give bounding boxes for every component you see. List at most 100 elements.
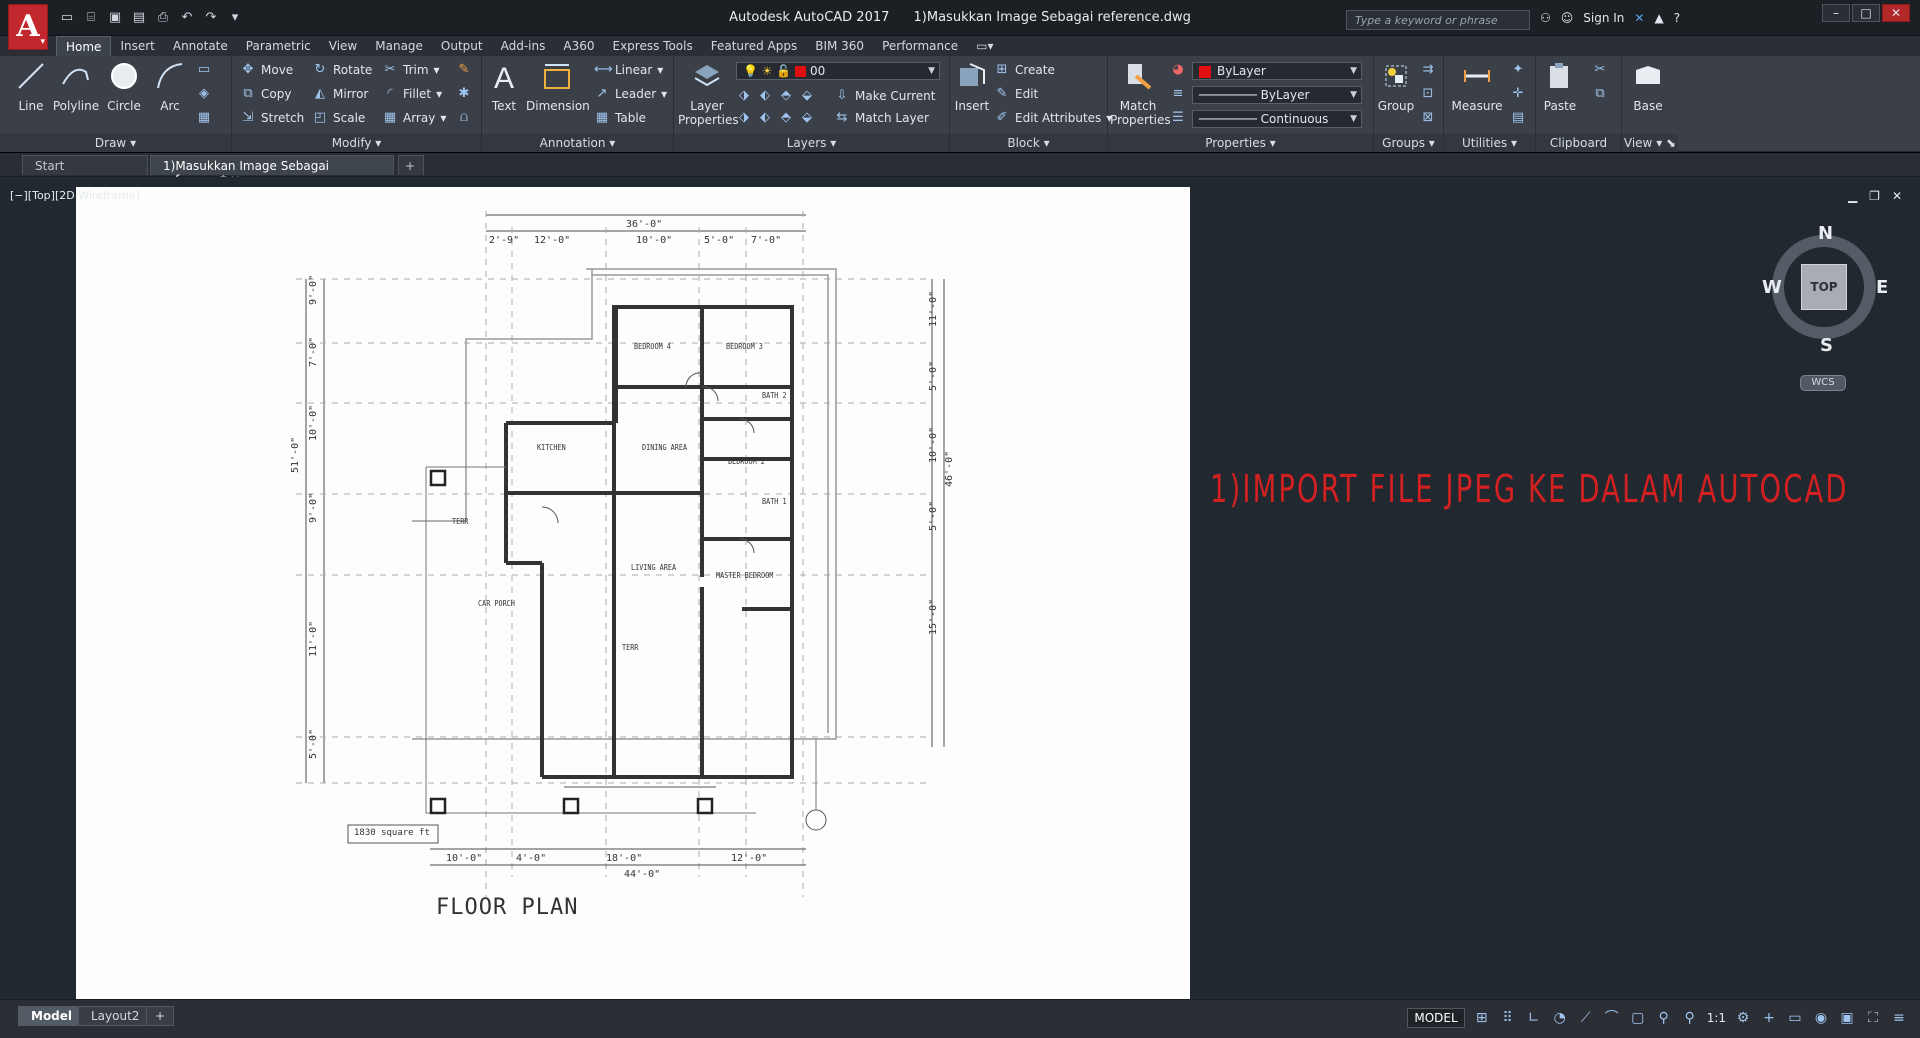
explode-icon[interactable]: ✱ [456,86,472,102]
point-icon[interactable]: ✛ [1510,86,1526,102]
exchange-icon[interactable]: ✕ [1634,11,1644,25]
arc-tool[interactable]: Arc [150,60,190,113]
new-file-icon[interactable]: ▭ [58,10,76,26]
ribbon-tab-featured-apps[interactable]: Featured Apps [702,36,806,56]
ribbon-tab-parametric[interactable]: Parametric [237,36,320,56]
start-tab[interactable]: Start [22,155,148,175]
ortho-icon[interactable]: ∟ [1525,1009,1543,1027]
ribbon-tab-bim-360[interactable]: BIM 360 [806,36,873,56]
ribbon-tab-insert[interactable]: Insert [111,36,163,56]
line-tool[interactable]: Line [10,60,52,113]
workspace-gear-icon[interactable]: ⚙ [1734,1009,1752,1027]
ribbon-tab-annotate[interactable]: Annotate [164,36,237,56]
search-input[interactable]: Type a keyword or phrase [1346,10,1530,30]
user-icon[interactable]: ☺ [1561,11,1574,25]
measure-button[interactable]: Measure [1448,60,1506,113]
add-layout-button[interactable]: + [146,1006,175,1026]
ungroup-icon[interactable]: ⇉ [1420,62,1436,78]
move-button[interactable]: ✥ Move [240,62,294,78]
draw-panel-label[interactable]: Draw ▾ [0,134,231,152]
properties-panel-label[interactable]: Properties ▾ [1108,134,1373,152]
cut-icon[interactable]: ✂ [1592,62,1608,78]
hardware-acceleration-icon[interactable]: ▣ [1838,1009,1856,1027]
insert-block-button[interactable]: Insert [952,60,992,113]
open-file-icon[interactable]: ⌸ [82,10,100,26]
ribbon-tab-manage[interactable]: Manage [366,36,432,56]
rectangle-icon[interactable]: ▭ [196,62,212,78]
help-icon[interactable]: ? [1674,11,1680,25]
layer-tools-row2[interactable]: ⬗ ⬖ ⬘ ⬙ [736,110,815,126]
annotation-visibility-icon[interactable]: ⚲ [1655,1009,1673,1027]
save-as-icon[interactable]: ▤ [130,10,148,26]
annotation-monitor-icon[interactable]: + [1760,1009,1778,1027]
create-block-button[interactable]: ⊞ Create [994,62,1055,78]
offset-icon[interactable]: ⩍ [456,110,472,126]
grid-icon[interactable]: ⊞ [1473,1009,1491,1027]
new-tab-button[interactable]: + [398,155,424,175]
linetype-dropdown[interactable]: ──────── Continuous ▼ [1192,110,1362,128]
viewcube-top-face[interactable]: TOP [1801,264,1847,310]
utilities-panel-label[interactable]: Utilities ▾ [1444,134,1535,152]
compass-north[interactable]: N [1818,223,1833,244]
plot-icon[interactable]: ⎙ [154,10,172,26]
ribbon-tab-performance[interactable]: Performance [873,36,967,56]
text-tool[interactable]: A Text [488,60,520,113]
snap-icon[interactable]: ⠿ [1499,1009,1517,1027]
model-tab[interactable]: Model [18,1006,86,1026]
viewport-close-icon[interactable]: ✕ [1892,189,1902,203]
a360-icon[interactable]: ▲ [1654,11,1663,25]
units-icon[interactable]: ▭ [1786,1009,1804,1027]
hatch-icon[interactable]: ◈ [196,86,212,102]
minimize-button[interactable]: – [1822,4,1850,22]
ribbon-tab-overflow-icon[interactable]: ▭▾ [967,36,1002,56]
layer-properties-button[interactable]: Layer Properties [678,60,739,127]
isodraft-icon[interactable]: ⟋ [1577,1009,1595,1027]
save-icon[interactable]: ▣ [106,10,124,26]
group-edit-icon[interactable]: ⊡ [1420,86,1436,102]
erase-icon[interactable]: ✎ [456,62,472,78]
maximize-button[interactable]: □ [1852,4,1880,22]
copy-button[interactable]: ⧉ Copy [240,86,291,102]
customization-menu-icon[interactable]: ≡ [1890,1009,1908,1027]
region-icon[interactable]: ▦ [196,110,212,126]
polar-icon[interactable]: ◔ [1551,1009,1569,1027]
layer-dropdown[interactable]: 💡 ☀ 🔓 00 ▼ [736,62,940,80]
object-snap-icon[interactable]: ▢ [1629,1009,1647,1027]
linear-button[interactable]: ⟷ Linear ▾ [594,62,663,78]
trim-button[interactable]: ✂ Trim ▾ [382,62,440,78]
mirror-button[interactable]: ◭ Mirror [312,86,368,102]
layers-panel-label[interactable]: Layers ▾ [674,134,949,152]
base-view-button[interactable]: Base [1628,60,1668,113]
object-snap-tracking-icon[interactable]: ⌒ [1603,1009,1621,1027]
autoscale-icon[interactable]: ⚲ [1681,1009,1699,1027]
clean-screen-icon[interactable]: ⛶ [1864,1009,1882,1027]
block-panel-label[interactable]: Block ▾ [950,134,1107,152]
wcs-menu[interactable]: WCS [1800,375,1846,391]
quick-select-icon[interactable]: ✦ [1510,62,1526,78]
binoculars-icon[interactable]: ⚇ [1540,11,1551,25]
ribbon-tab-view[interactable]: View [320,36,366,56]
edit-attributes-button[interactable]: ✐ Edit Attributes ▾ [994,110,1113,126]
ribbon-tab-add-ins[interactable]: Add-ins [492,36,555,56]
ribbon-tab-home[interactable]: Home [56,36,112,56]
group-button[interactable]: Group [1376,60,1416,113]
instruction-annotation[interactable]: 1)IMPORT FILE JPEG KE DALAM AUTOCAD [1210,467,1849,511]
drawing-tab[interactable]: 1)Masukkan Image Sebagai reference* ✕ [150,155,394,187]
floor-plan-image[interactable]: BEDROOM 4 BEDROOM 3 BATH 2 KITCHEN DINING AR… [76,187,1190,999]
close-button[interactable]: ✕ [1882,4,1910,22]
scale-button[interactable]: ◰ Scale [312,110,365,126]
qat-menu-icon[interactable]: ▾ [226,10,244,26]
viewport-controls[interactable]: [−][Top][2D Wireframe] [10,189,140,202]
viewport-minimize-icon[interactable]: ▁ [1848,189,1857,203]
viewcube[interactable]: TOP N S E W [1762,223,1888,356]
dimension-tool[interactable]: Dimension [526,60,590,113]
ribbon-tab-output[interactable]: Output [432,36,492,56]
layout2-tab[interactable]: Layout2 [78,1006,153,1026]
application-menu-button[interactable]: A ▾ [8,4,48,50]
make-current-button[interactable]: ⇩ Make Current [834,88,936,104]
paste-button[interactable]: Paste [1540,60,1580,113]
isolate-objects-icon[interactable]: ◉ [1812,1009,1830,1027]
color-dropdown[interactable]: ByLayer ▼ [1192,62,1362,80]
rotate-button[interactable]: ↻ Rotate [312,62,373,78]
groups-panel-label[interactable]: Groups ▾ [1374,134,1443,152]
